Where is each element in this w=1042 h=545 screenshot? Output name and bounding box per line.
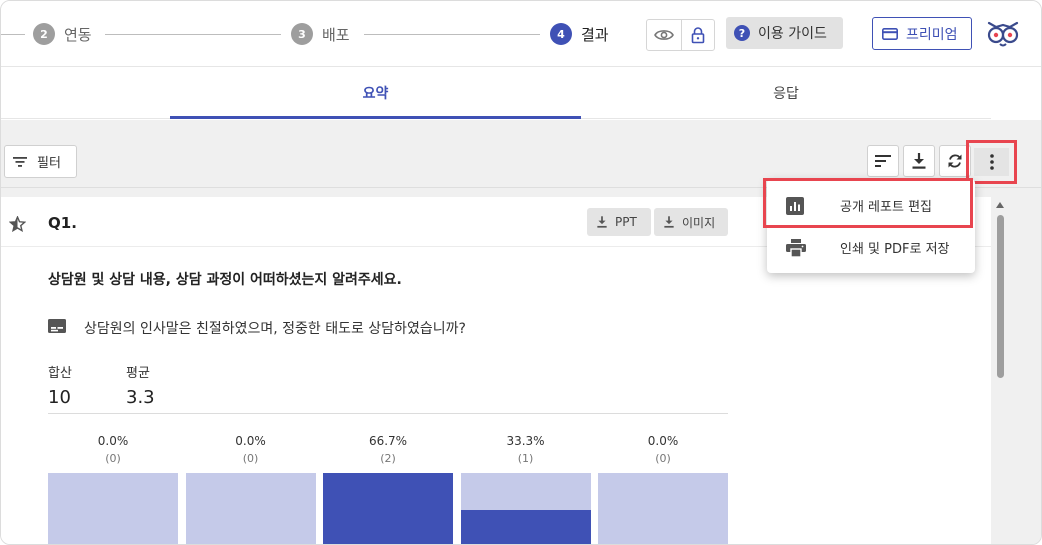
bar-track [185,473,316,544]
step-number: 2 [33,23,55,45]
result-tabs: 요약 응답 [1,67,991,119]
bar-column: 0.0% (0) [598,434,728,544]
bar-column: 66.7% (2) [323,434,453,544]
step-distribution[interactable]: 3 배포 [291,22,350,46]
step-label: 결과 [581,25,609,44]
step-connector [105,34,281,35]
bar-count-label: (2) [380,452,396,465]
bar-column: 33.3% (1) [460,434,591,544]
question-title: 상담원 및 상담 내용, 상담 과정이 어떠하셨는지 알려주세요. [48,272,402,288]
filter-icon [13,156,27,167]
image-label: 이미지 [682,215,716,230]
download-icon [664,216,674,228]
refresh-icon [948,154,962,168]
app-window: 2 연동 3 배포 4 결과 ? 이용 가이드 프리미엄 요약 응답 필터 Q1… [0,0,1042,545]
more-options-button[interactable] [974,148,1009,176]
bar-count-label: (0) [655,452,671,465]
premium-button[interactable]: 프리미엄 [872,17,972,50]
bar-percent-label: 66.7% [368,434,408,448]
bar-percent-label: 33.3% [506,434,545,448]
step-integration[interactable]: 2 연동 [33,22,92,46]
step-connector [1,34,25,35]
help-icon: ? [734,25,750,41]
usage-guide-button[interactable]: ? 이용 가이드 [726,17,843,49]
filter-button[interactable]: 필터 [4,145,77,178]
star-icon[interactable] [9,216,26,232]
menu-item-label: 인쇄 및 PDF로 저장 [840,241,950,257]
tab-summary[interactable]: 요약 [170,67,581,119]
lock-button[interactable] [680,20,715,50]
owl-logo-icon[interactable] [984,16,1022,50]
menu-item-highlight [763,178,973,228]
bar-track [460,473,591,544]
bar-track [323,472,453,544]
card-icon [882,27,898,40]
image-download-button[interactable]: 이미지 [654,208,728,236]
guide-label: 이용 가이드 [758,26,827,42]
download-icon [597,216,607,228]
bar-percent-label: 0.0% [97,434,129,448]
scrollbar-thumb[interactable] [997,215,1004,378]
step-bar: 2 연동 3 배포 4 결과 ? 이용 가이드 프리미엄 [1,1,1041,67]
filter-label: 필터 [37,156,61,171]
step-connector [364,34,540,35]
subtitles-icon [48,319,66,333]
preview-lock-group [646,19,715,51]
question-number: Q1. [48,214,77,232]
average-value: 3.3 [126,387,155,408]
menu-item-print-pdf[interactable]: 인쇄 및 PDF로 저장 [767,225,975,269]
bar-track [598,473,728,544]
bar-percent-label: 0.0% [235,434,266,448]
average-label: 평균 [126,366,150,381]
bar-count-label: (1) [517,452,534,465]
sort-button[interactable] [867,145,899,177]
bar-count-label: (0) [242,452,259,465]
bar-fill [323,472,453,544]
premium-label: 프리미엄 [906,26,958,43]
step-label: 배포 [322,25,350,44]
bar-count-label: (0) [105,452,121,465]
scroll-up-arrow-icon[interactable] [995,200,1005,210]
bar-percent-label: 0.0% [647,434,679,448]
download-icon [912,153,926,169]
sub-question-text: 상담원의 인사말은 친절하였으며, 정중한 태도로 상담하였습니까? [84,321,466,337]
preview-button[interactable] [647,20,681,50]
active-tab-indicator [170,116,581,119]
step-label: 연동 [64,25,92,44]
step-number: 3 [291,23,313,45]
ppt-download-button[interactable]: PPT [587,208,651,236]
ppt-label: PPT [615,215,637,229]
printer-icon [786,239,806,257]
more-vertical-icon [989,154,994,170]
sum-value: 10 [48,387,71,408]
bar-column: 0.0% (0) [48,434,178,544]
bar-fill [460,509,591,544]
sum-label: 합산 [48,366,72,381]
download-button[interactable] [903,145,935,177]
lock-icon [691,27,705,44]
step-results[interactable]: 4 결과 [550,22,609,46]
more-options-highlight [966,140,1017,184]
bar-track [48,473,178,544]
stats-divider [48,413,728,414]
tab-responses[interactable]: 응답 [581,67,991,119]
bar-column: 0.0% (0) [185,434,316,544]
sort-icon [875,155,891,167]
step-number: 4 [550,23,572,45]
eye-icon [653,30,674,40]
